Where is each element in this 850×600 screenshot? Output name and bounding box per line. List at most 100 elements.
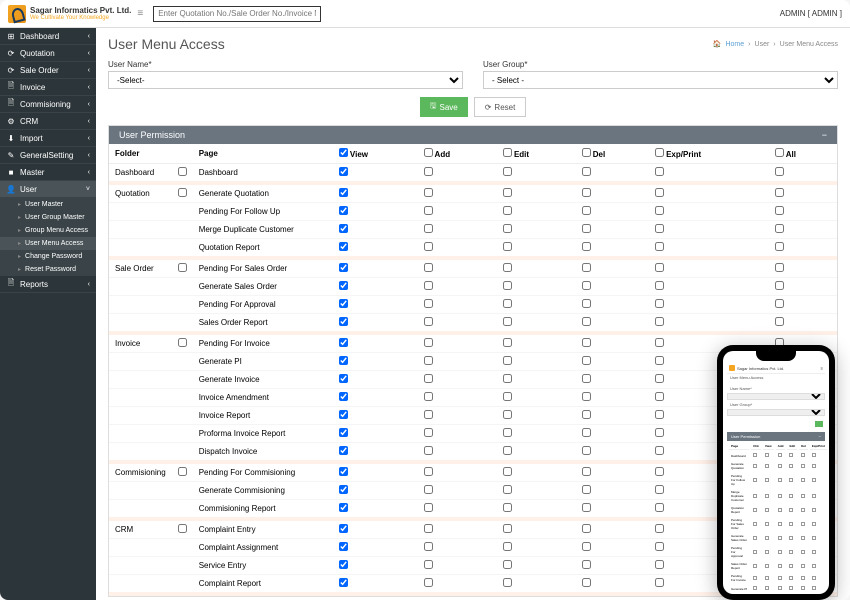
phone-collapse-icon[interactable]: − — [819, 434, 821, 439]
exp-checkbox[interactable] — [655, 446, 664, 455]
add-checkbox[interactable] — [424, 356, 433, 365]
edit-checkbox[interactable] — [503, 467, 512, 476]
exp-checkbox[interactable] — [655, 524, 664, 533]
nav-crm[interactable]: ⚙CRM‹ — [0, 113, 96, 130]
nav-sale order[interactable]: ⟳Sale Order‹ — [0, 62, 96, 79]
exp-checkbox[interactable] — [655, 206, 664, 215]
view-checkbox[interactable] — [339, 356, 348, 365]
add-checkbox[interactable] — [424, 374, 433, 383]
exp-checkbox[interactable] — [655, 356, 664, 365]
menu-toggle-icon[interactable]: ≡ — [137, 8, 143, 19]
add-checkbox[interactable] — [424, 503, 433, 512]
view-checkbox[interactable] — [339, 374, 348, 383]
exp-checkbox[interactable] — [655, 299, 664, 308]
exp-checkbox[interactable] — [655, 263, 664, 272]
del-checkbox[interactable] — [582, 503, 591, 512]
all-checkbox[interactable] — [775, 281, 784, 290]
add-checkbox[interactable] — [424, 428, 433, 437]
edit-checkbox[interactable] — [503, 392, 512, 401]
del-checkbox[interactable] — [582, 263, 591, 272]
edit-checkbox[interactable] — [503, 578, 512, 587]
save-button[interactable]: 🖫Save — [420, 97, 468, 117]
nav-commisioning[interactable]: 🗎Commisioning‹ — [0, 96, 96, 113]
view-checkbox[interactable] — [339, 392, 348, 401]
add-checkbox[interactable] — [424, 167, 433, 176]
view-checkbox[interactable] — [339, 410, 348, 419]
edit-checkbox[interactable] — [503, 167, 512, 176]
exp-checkbox[interactable] — [655, 317, 664, 326]
add-checkbox[interactable] — [424, 560, 433, 569]
edit-checkbox[interactable] — [503, 356, 512, 365]
view-checkbox[interactable] — [339, 338, 348, 347]
phone-save-button[interactable] — [815, 421, 823, 427]
nav-master[interactable]: ■Master‹ — [0, 164, 96, 181]
view-checkbox[interactable] — [339, 206, 348, 215]
exp-checkbox[interactable] — [655, 428, 664, 437]
view-checkbox[interactable] — [339, 503, 348, 512]
del-checkbox[interactable] — [582, 299, 591, 308]
reset-button[interactable]: ⟳Reset — [474, 97, 527, 117]
search-input[interactable] — [153, 6, 321, 22]
add-checkbox[interactable] — [424, 188, 433, 197]
nav-generalsetting[interactable]: ✎GeneralSetting‹ — [0, 147, 96, 164]
exp-checkbox[interactable] — [655, 224, 664, 233]
sub-user-menu-access[interactable]: User Menu Access — [0, 237, 96, 250]
nav-quotation[interactable]: ⟳Quotation‹ — [0, 45, 96, 62]
view-checkbox[interactable] — [339, 578, 348, 587]
del-checkbox[interactable] — [582, 206, 591, 215]
del-checkbox[interactable] — [582, 242, 591, 251]
folder-checkbox[interactable] — [178, 263, 187, 272]
add-checkbox[interactable] — [424, 299, 433, 308]
all-checkbox[interactable] — [775, 167, 784, 176]
sub-change-password[interactable]: Change Password — [0, 250, 96, 263]
view-checkbox[interactable] — [339, 446, 348, 455]
exp-checkbox[interactable] — [655, 410, 664, 419]
del-checkbox[interactable] — [582, 374, 591, 383]
edit-checkbox[interactable] — [503, 188, 512, 197]
nav-import[interactable]: ⬇Import‹ — [0, 130, 96, 147]
exp-checkbox[interactable] — [655, 542, 664, 551]
collapse-icon[interactable]: − — [822, 130, 827, 140]
add-checkbox[interactable] — [424, 392, 433, 401]
header-all-checkbox[interactable] — [775, 148, 784, 157]
del-checkbox[interactable] — [582, 485, 591, 494]
exp-checkbox[interactable] — [655, 503, 664, 512]
view-checkbox[interactable] — [339, 428, 348, 437]
del-checkbox[interactable] — [582, 317, 591, 326]
add-checkbox[interactable] — [424, 578, 433, 587]
all-checkbox[interactable] — [775, 242, 784, 251]
sub-user-master[interactable]: User Master — [0, 198, 96, 211]
del-checkbox[interactable] — [582, 446, 591, 455]
edit-checkbox[interactable] — [503, 410, 512, 419]
exp-checkbox[interactable] — [655, 242, 664, 251]
username-select[interactable]: -Select- — [108, 71, 463, 89]
edit-checkbox[interactable] — [503, 446, 512, 455]
add-checkbox[interactable] — [424, 542, 433, 551]
exp-checkbox[interactable] — [655, 188, 664, 197]
all-checkbox[interactable] — [775, 299, 784, 308]
del-checkbox[interactable] — [582, 392, 591, 401]
add-checkbox[interactable] — [424, 410, 433, 419]
all-checkbox[interactable] — [775, 224, 784, 233]
add-checkbox[interactable] — [424, 242, 433, 251]
del-checkbox[interactable] — [582, 542, 591, 551]
folder-checkbox[interactable] — [178, 338, 187, 347]
add-checkbox[interactable] — [424, 317, 433, 326]
nav-reports[interactable]: 🗎Reports‹ — [0, 276, 96, 293]
edit-checkbox[interactable] — [503, 206, 512, 215]
view-checkbox[interactable] — [339, 188, 348, 197]
view-checkbox[interactable] — [339, 224, 348, 233]
edit-checkbox[interactable] — [503, 281, 512, 290]
del-checkbox[interactable] — [582, 281, 591, 290]
del-checkbox[interactable] — [582, 467, 591, 476]
user-label[interactable]: ADMIN [ ADMIN ] — [780, 9, 842, 18]
nav-dashboard[interactable]: ⊞Dashboard‹ — [0, 28, 96, 45]
folder-checkbox[interactable] — [178, 188, 187, 197]
add-checkbox[interactable] — [424, 485, 433, 494]
breadcrumb-home[interactable]: Home — [725, 41, 744, 48]
del-checkbox[interactable] — [582, 224, 591, 233]
del-checkbox[interactable] — [582, 410, 591, 419]
header-exp-checkbox[interactable] — [655, 148, 664, 157]
edit-checkbox[interactable] — [503, 263, 512, 272]
del-checkbox[interactable] — [582, 188, 591, 197]
